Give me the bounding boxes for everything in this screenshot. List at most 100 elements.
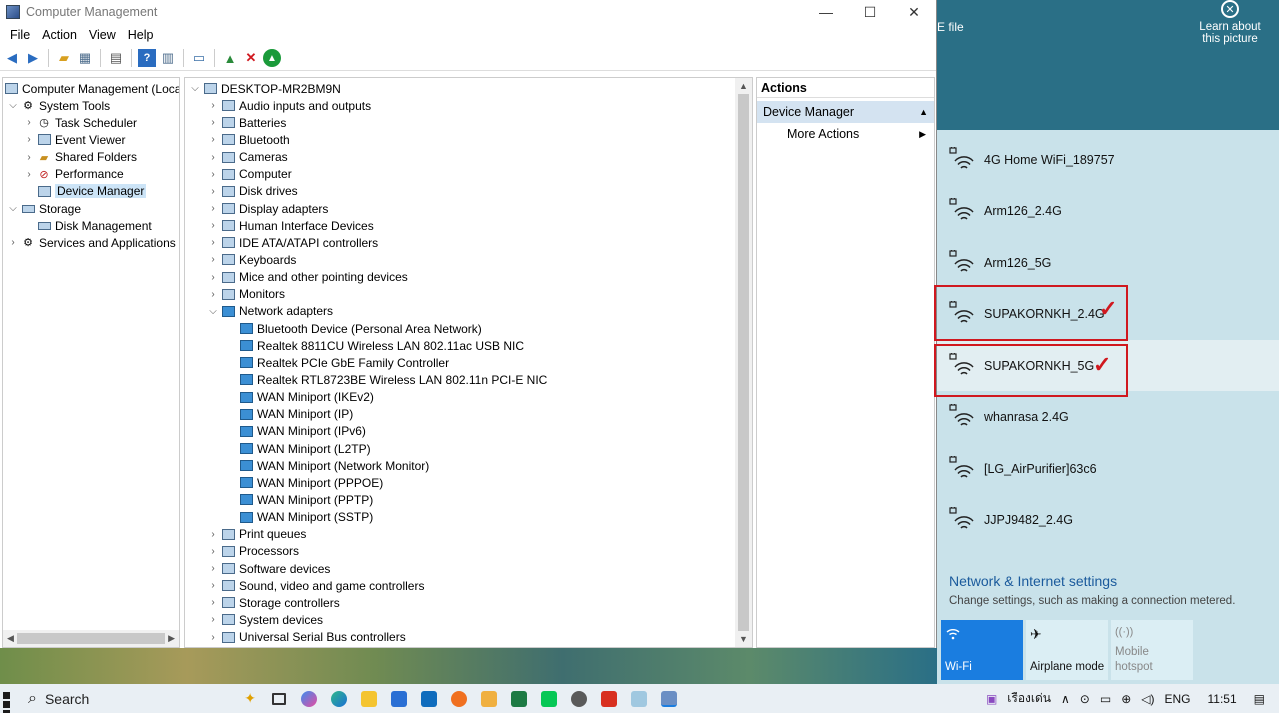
tree-item-batteries[interactable]: › Batteries	[189, 114, 752, 131]
scrollbar-thumb[interactable]	[17, 633, 165, 644]
more-actions-item[interactable]: More Actions ▶	[757, 123, 934, 145]
tree-item-bluetooth[interactable]: › Bluetooth	[189, 131, 752, 148]
wifi-network-item[interactable]: 4G Home WiFi_189757	[937, 134, 1279, 185]
collapse-icon[interactable]: ⌵	[189, 83, 201, 94]
tree-item-wan-miniport-ipv6[interactable]: WAN Miniport (IPv6)	[189, 423, 752, 440]
tree-item-services-and-applications[interactable]: › ⚙ Services and Applications	[3, 234, 179, 251]
expand-icon[interactable]: ›	[207, 117, 219, 128]
volume-icon[interactable]: ◁)	[1136, 692, 1159, 706]
tree-item-mice-and-other-pointing-devices[interactable]: › Mice and other pointing devices	[189, 269, 752, 286]
expand-icon[interactable]: ›	[207, 529, 219, 540]
tree-item-computer-management[interactable]: Computer Management (Local	[3, 80, 179, 97]
tree-item-wan-miniport-ip[interactable]: WAN Miniport (IP)	[189, 406, 752, 423]
menu-file[interactable]: File	[4, 28, 36, 42]
wifi-network-item[interactable]: [LG_AirPurifier]63c6	[937, 443, 1279, 494]
tree-item-keyboards[interactable]: › Keyboards	[189, 251, 752, 268]
language-indicator[interactable]: ENG	[1160, 692, 1196, 706]
tree-item-cameras[interactable]: › Cameras	[189, 149, 752, 166]
maximize-button[interactable]: ☐	[848, 4, 892, 21]
monitor-icon[interactable]: ▭	[190, 49, 208, 67]
expand-icon[interactable]: ›	[207, 597, 219, 608]
expand-icon[interactable]: ›	[207, 614, 219, 625]
wifi-network-item[interactable]: JJPJ9482_2.4G	[937, 495, 1279, 546]
expand-icon[interactable]: ›	[207, 169, 219, 180]
expand-icon[interactable]: ›	[207, 220, 219, 231]
back-icon[interactable]: ◀	[3, 49, 21, 67]
tree-item-display-adapters[interactable]: › Display adapters	[189, 200, 752, 217]
actions-section-device-manager[interactable]: Device Manager ▲	[757, 101, 934, 123]
tree-item-disk-drives[interactable]: › Disk drives	[189, 183, 752, 200]
collapse-icon[interactable]: ⌵	[7, 203, 19, 214]
show-hide-tree-icon[interactable]: ▦	[76, 49, 94, 67]
clock[interactable]: 11:51	[1196, 692, 1249, 706]
menu-view[interactable]: View	[83, 28, 122, 42]
document-icon[interactable]	[624, 684, 654, 713]
file-explorer-icon[interactable]	[354, 684, 384, 713]
wifi-network-item[interactable]: Arm126_2.4G	[937, 186, 1279, 237]
taskbar-search[interactable]: ⌕ Search ✦	[24, 684, 264, 713]
copilot-icon[interactable]	[294, 684, 324, 713]
tree-item-disk-management[interactable]: Disk Management	[3, 217, 179, 234]
device-tree-root[interactable]: ⌵ DESKTOP-MR2BM9N	[189, 80, 752, 97]
scroll-down-icon[interactable]: ▼	[739, 634, 748, 644]
expand-icon[interactable]: ›	[23, 134, 35, 145]
tree-item-system-devices[interactable]: › System devices	[189, 611, 752, 628]
tree-item-realtek-8811cu-wireless-lan-802-11ac-usb-nic[interactable]: Realtek 8811CU Wireless LAN 802.11ac USB…	[189, 337, 752, 354]
store-icon[interactable]	[384, 684, 414, 713]
task-view-icon[interactable]	[264, 684, 294, 713]
edge-icon[interactable]	[324, 684, 354, 713]
tree-item-bluetooth-device-personal-area-network[interactable]: Bluetooth Device (Personal Area Network)	[189, 320, 752, 337]
collapse-icon[interactable]: ⌵	[7, 100, 19, 111]
tree-item-processors[interactable]: › Processors	[189, 543, 752, 560]
tree-item-ide-ata-atapi-controllers[interactable]: › IDE ATA/ATAPI controllers	[189, 234, 752, 251]
tree-item-wan-miniport-l2tp[interactable]: WAN Miniport (L2TP)	[189, 440, 752, 457]
tray-app-icon[interactable]: ⊙	[1075, 692, 1095, 706]
show-hidden-icons-icon[interactable]: ∧	[1056, 692, 1075, 706]
expand-icon[interactable]: ›	[207, 134, 219, 145]
tree-item-wan-miniport-network-monitor[interactable]: WAN Miniport (Network Monitor)	[189, 457, 752, 474]
excel-icon[interactable]	[504, 684, 534, 713]
tree-item-performance[interactable]: › ⊘ Performance	[3, 166, 179, 183]
tree-item-shared-folders[interactable]: › ▰ Shared Folders	[3, 149, 179, 166]
expand-icon[interactable]: ›	[23, 169, 35, 180]
horizontal-scrollbar[interactable]: ◀ ▶	[3, 630, 179, 647]
tree-item-wan-miniport-pptp[interactable]: WAN Miniport (PPTP)	[189, 491, 752, 508]
tree-item-event-viewer[interactable]: › Event Viewer	[3, 131, 179, 148]
tree-item-task-scheduler[interactable]: › ◷ Task Scheduler	[3, 114, 179, 131]
vertical-scrollbar[interactable]: ▲ ▼	[735, 78, 752, 647]
notepad-icon[interactable]	[474, 684, 504, 713]
tree-item-sound-video-and-game-controllers[interactable]: › Sound, video and game controllers	[189, 577, 752, 594]
expand-icon[interactable]: ›	[207, 580, 219, 591]
tree-item-software-devices[interactable]: › Software devices	[189, 560, 752, 577]
battery-icon[interactable]: ▭	[1095, 692, 1116, 706]
minimize-button[interactable]: —	[804, 4, 848, 20]
wifi-network-item[interactable]: whanrasa 2.4G	[937, 392, 1279, 443]
expand-icon[interactable]: ›	[207, 152, 219, 163]
wifi-network-item[interactable]: Arm126_5G	[937, 237, 1279, 288]
tree-item-wan-miniport-pppoe[interactable]: WAN Miniport (PPPOE)	[189, 474, 752, 491]
network-internet-settings-link[interactable]: Network & Internet settings	[949, 573, 1117, 589]
menu-help[interactable]: Help	[122, 28, 160, 42]
computer-management-taskbar-icon[interactable]	[654, 684, 684, 713]
user-name[interactable]: เรืองเด่น	[1002, 689, 1056, 708]
tree-item-wan-miniport-sstp[interactable]: WAN Miniport (SSTP)	[189, 509, 752, 526]
expand-icon[interactable]: ›	[207, 632, 219, 643]
expand-icon[interactable]: ›	[207, 289, 219, 300]
expand-icon[interactable]: ›	[7, 237, 19, 248]
enable-device-icon[interactable]: ▲	[263, 49, 281, 67]
expand-icon[interactable]: ›	[23, 152, 35, 163]
expand-icon[interactable]: ›	[207, 546, 219, 557]
tree-item-audio-inputs-and-outputs[interactable]: › Audio inputs and outputs	[189, 97, 752, 114]
airplane-mode-tile[interactable]: ✈ Airplane mode	[1026, 620, 1108, 680]
tree-item-storage[interactable]: ⌵ Storage	[3, 200, 179, 217]
tree-item-wan-miniport-ikev2[interactable]: WAN Miniport (IKEv2)	[189, 389, 752, 406]
collapse-icon[interactable]: ⌵	[207, 306, 219, 317]
tree-item-system-tools[interactable]: ⌵ ⚙ System Tools	[3, 97, 179, 114]
expand-icon[interactable]: ›	[207, 203, 219, 214]
update-driver-icon[interactable]: ▲	[221, 49, 239, 67]
expand-icon[interactable]: ›	[207, 272, 219, 283]
expand-icon[interactable]: ›	[207, 186, 219, 197]
settings-app-icon[interactable]	[564, 684, 594, 713]
tree-item-realtek-pcie-gbe-family-controller[interactable]: Realtek PCIe GbE Family Controller	[189, 354, 752, 371]
scroll-left-icon[interactable]: ◀	[7, 633, 14, 644]
